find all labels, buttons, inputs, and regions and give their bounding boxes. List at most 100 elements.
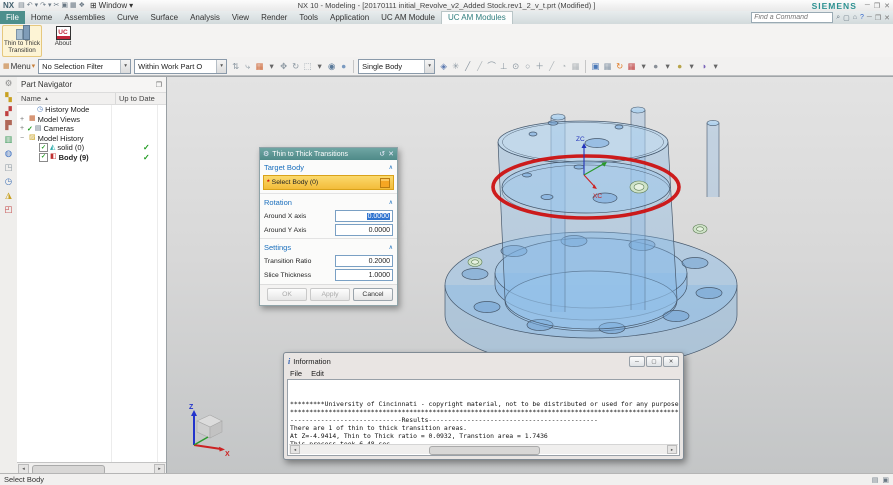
undo-icon[interactable]: ↶ (27, 1, 33, 10)
search-icon[interactable]: ⌕ (836, 14, 840, 22)
name-column-header[interactable]: Name ▲ (17, 93, 116, 104)
ok-button[interactable]: OK (267, 288, 307, 301)
save-icon[interactable]: ▤ (18, 1, 25, 10)
window-display-icon[interactable]: ▣ (590, 59, 601, 73)
undo-dropdown-icon[interactable]: ▾ (35, 1, 39, 10)
collapse-chevron-icon[interactable]: ∧ (389, 199, 393, 206)
target-body-section-header[interactable]: Target Body ∧ (260, 160, 397, 174)
doc-minimize-icon[interactable]: ─ (867, 14, 872, 22)
scroll-left-arrow-icon[interactable]: ◂ (290, 445, 300, 454)
show-hide-icon[interactable]: ⇅ (230, 59, 241, 73)
snap-endpoint-icon[interactable]: ╱ (462, 59, 473, 73)
ribbon-tab[interactable]: View (226, 11, 255, 24)
effects-dropdown-icon[interactable]: ▾ (710, 59, 721, 73)
cut-icon[interactable]: ✂ (54, 1, 60, 10)
visibility-checkbox[interactable]: ✓ (39, 143, 48, 153)
scrollbar-track[interactable] (301, 446, 666, 455)
select-body-field[interactable]: * Select Body (0) (263, 175, 394, 190)
snap-existing-point-icon[interactable]: ＋ (534, 59, 545, 73)
background-dropdown-icon[interactable]: ▾ (686, 59, 697, 73)
visualization-icon[interactable]: ◰ (4, 205, 12, 214)
background-icon[interactable]: ● (674, 59, 685, 73)
history-icon[interactable]: ◳ (4, 163, 12, 172)
rectangle-select-icon[interactable]: ⬚ (302, 59, 313, 73)
highlight-related-icon[interactable]: ▦ (254, 59, 265, 73)
snap-point-icon[interactable]: ◈ (438, 59, 449, 73)
about-button[interactable]: UC About (44, 25, 82, 55)
info-minimize-icon[interactable]: ─ (629, 356, 645, 367)
ribbon-tab[interactable]: Assemblies (58, 11, 111, 24)
information-title-bar[interactable]: i Information ─ ▢ ✕ (284, 353, 683, 368)
rotation-section-header[interactable]: Rotation ∧ (260, 195, 397, 209)
visibility-checkbox[interactable]: ✓ (39, 152, 48, 162)
selection-scope-dropdown[interactable]: Within Work Part O ▾ (134, 58, 228, 74)
info-close-icon[interactable]: ✕ (663, 356, 679, 367)
move-object-icon[interactable]: ⤷ (242, 59, 253, 73)
snap-enable-icon[interactable]: ✳ (450, 59, 461, 73)
file-menu[interactable]: File (290, 369, 302, 378)
dialog-title-bar[interactable]: ⚙ Thin to Thick Transitions ↺ ✕ (260, 148, 397, 160)
minimize-icon[interactable]: ─ (865, 2, 870, 10)
tree-row[interactable]: ◷ History Mode (17, 105, 166, 115)
copy-icon[interactable]: ▣ (61, 1, 68, 10)
selection-filter-dropdown[interactable]: No Selection Filter ▾ (38, 58, 132, 74)
tree-row[interactable]: + ▦ Model Views (17, 115, 166, 125)
around-y-input[interactable]: 0.0000 (335, 224, 393, 236)
sphere-view-icon[interactable]: ● (338, 59, 349, 73)
assembly-navigator-icon[interactable]: ▚ (5, 93, 12, 102)
paste-icon[interactable]: ▦ (70, 1, 77, 10)
tree-row[interactable]: ✓ ◧ Body (9) ✓ (17, 152, 166, 163)
customize-icon[interactable]: ❖ (79, 1, 85, 10)
snap-midpoint-icon[interactable]: ╱ (474, 59, 485, 73)
ribbon-tab[interactable]: UC AM Module (375, 11, 441, 24)
snap-point-on-curve-icon[interactable]: ╱ (546, 59, 557, 73)
information-horizontal-scrollbar[interactable]: ◂ ▸ (289, 444, 678, 455)
shaded-view-icon[interactable]: ◉ (326, 59, 337, 73)
doc-close-icon[interactable]: ✕ (884, 14, 890, 22)
ribbon-tab[interactable]: Home (25, 11, 58, 24)
redo-icon[interactable]: ↷ (40, 1, 46, 10)
info-maximize-icon[interactable]: ▢ (646, 356, 662, 367)
tree-row[interactable]: − ▨ Model History (17, 134, 166, 144)
ribbon-tab[interactable]: Surface (144, 11, 184, 24)
scroll-left-arrow-icon[interactable]: ◂ (18, 463, 29, 474)
snap-quadrant-icon[interactable]: ○ (522, 59, 533, 73)
scroll-right-arrow-icon[interactable]: ▸ (154, 463, 165, 474)
web-browser-icon[interactable]: ◍ (5, 149, 12, 158)
settings-section-header[interactable]: Settings ∧ (260, 240, 397, 254)
information-text-area[interactable]: *********University of Cincinnati - copy… (287, 379, 680, 456)
pan-icon[interactable]: ✥ (278, 59, 289, 73)
tree-row[interactable]: ✓ ◭ solid (0) ✓ (17, 143, 166, 153)
expand-toggle-icon[interactable]: + (19, 116, 25, 123)
float-panel-icon[interactable]: ❐ (156, 81, 162, 89)
clipboard-status-icon[interactable]: ▤ (872, 476, 879, 484)
snap-bounded-grid-icon[interactable]: ▦ (570, 59, 581, 73)
expand-toggle-icon[interactable]: + (19, 125, 25, 132)
cancel-button[interactable]: Cancel (353, 288, 393, 301)
grid-icon[interactable]: ▦ (626, 59, 637, 73)
find-command-input[interactable] (751, 12, 834, 23)
snap-control-point-icon[interactable]: ⌒ (486, 59, 497, 73)
apply-button[interactable]: Apply (310, 288, 350, 301)
ribbon-tab[interactable]: Curve (111, 11, 144, 24)
doc-restore-icon[interactable]: ❐ (875, 14, 881, 22)
grid-dropdown-icon[interactable]: ▾ (638, 59, 649, 73)
scroll-right-arrow-icon[interactable]: ▸ (667, 445, 677, 454)
effects-icon[interactable]: ◑ (698, 59, 709, 73)
close-icon[interactable]: ✕ (884, 2, 890, 10)
help-icon[interactable]: ? (860, 14, 864, 22)
home-icon[interactable]: ⌂ (853, 14, 857, 22)
menu-button[interactable]: ▦ Menu ▾ (3, 62, 35, 71)
layout-icon[interactable]: ▦ (602, 59, 613, 73)
scrollbar-thumb[interactable] (428, 446, 541, 455)
dialog-status-icon[interactable]: ▣ (882, 476, 889, 484)
scrollbar-track[interactable] (30, 464, 153, 475)
ribbon-tab[interactable]: Analysis (184, 11, 226, 24)
highlight-dropdown-icon[interactable]: ▾ (266, 59, 277, 73)
process-studio-icon[interactable]: ◷ (5, 177, 12, 186)
restore-icon[interactable]: ❐ (874, 2, 880, 10)
tree-row[interactable]: + ✓ ▤ Cameras (17, 124, 166, 134)
reuse-library-icon[interactable]: ▥ (4, 135, 12, 144)
body-filter-dropdown[interactable]: Single Body ▾ (358, 58, 436, 74)
manufacturing-wizard-icon[interactable]: ◮ (5, 191, 12, 200)
